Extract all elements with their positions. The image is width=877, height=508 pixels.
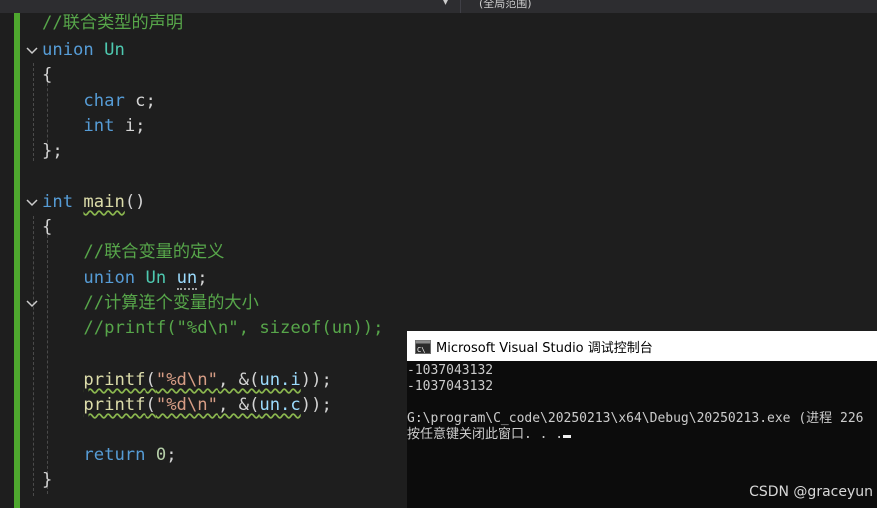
toolbar-divider (460, 0, 461, 13)
code-line-printf-i: printf("%d\n", &(un.i)); (83, 370, 332, 390)
number-zero: 0 (155, 445, 167, 465)
fold-toggle-icon[interactable] (25, 196, 39, 210)
keyword-union: union (42, 40, 94, 60)
debug-console-window[interactable]: C\ Microsoft Visual Studio 调试控制台 -103704… (407, 331, 877, 508)
brace-open: { (42, 65, 53, 85)
keyword-char: char (83, 91, 125, 111)
semicolon: ; (145, 91, 156, 111)
member-c: c (135, 91, 146, 111)
type-un: Un (145, 268, 167, 288)
svg-text:C\: C\ (417, 346, 425, 354)
console-prompt-line: 按任意键关闭此窗口. . . (407, 427, 572, 443)
comment-size: //计算连个变量的大小 (83, 293, 259, 313)
code-line-union-var: union Un un; (42, 266, 208, 291)
call-end: )); (300, 370, 332, 390)
code-line-main-decl: int main() (42, 190, 146, 215)
code-line-brace-close-semi: }; (42, 139, 63, 164)
text-cursor (563, 435, 572, 438)
code-line-union-decl: union Un (42, 38, 125, 63)
format-string: "%d\n" (155, 395, 218, 415)
member-access-i: un.i (259, 370, 301, 390)
comment-union-var: //联合变量的定义 (83, 242, 225, 262)
variable-un: un (176, 268, 198, 290)
indent-guide (33, 63, 34, 161)
code-line-member-c: char c; (42, 89, 156, 114)
keyword-int: int (42, 192, 74, 212)
type-un: Un (104, 40, 125, 60)
code-line-comment-size: //计算连个变量的大小 (42, 291, 259, 316)
code-line-member-i: int i; (42, 114, 146, 139)
watermark: CSDN @graceyun (749, 484, 873, 500)
function-printf: printf (83, 395, 146, 415)
change-tracking-bar (14, 13, 20, 508)
code-line-return: return 0; (42, 443, 177, 468)
fold-toggle-icon[interactable] (25, 297, 39, 311)
code-line-brace-close: } (42, 468, 52, 493)
function-main: main (83, 192, 125, 212)
brace-close: } (42, 470, 53, 490)
arg-prefix: , &( (217, 370, 260, 390)
console-title: Microsoft Visual Studio 调试控制台 (436, 341, 653, 356)
comment-printf-sizeof: //printf("%d\n", sizeof(un)); (83, 318, 384, 338)
member-i: i (124, 116, 136, 136)
keyword-union: union (83, 268, 136, 288)
dropdown-arrow-icon[interactable]: ▾ (443, 0, 448, 8)
function-printf: printf (83, 370, 146, 390)
console-output-line: G:\program\C_code\20250213\x64\Debug\202… (407, 411, 864, 426)
code-line-comment-union-var: //联合变量的定义 (42, 240, 224, 265)
code-line-brace-open: { (42, 215, 52, 240)
console-titlebar[interactable]: C\ Microsoft Visual Studio 调试控制台 (407, 331, 877, 361)
console-app-icon: C\ (415, 339, 431, 354)
code-line-comment-printf-sizeof: //printf("%d\n", sizeof(un)); (42, 316, 384, 341)
scope-dropdown[interactable]: (全局范围) (479, 0, 532, 11)
semicolon: ; (197, 268, 208, 288)
indent-guide (33, 216, 34, 496)
console-output-line: -1037043132 (407, 363, 494, 378)
fold-toggle-icon[interactable] (25, 44, 39, 58)
code-line-brace-open: { (42, 63, 52, 88)
keyword-int: int (83, 116, 115, 136)
brace-open: { (42, 217, 53, 237)
member-access-c: un.c (259, 395, 301, 415)
format-string: "%d\n" (155, 370, 218, 390)
semicolon: ; (166, 445, 177, 465)
brace-close-semi: }; (42, 141, 63, 161)
keyword-return: return (83, 445, 146, 465)
call-end: )); (300, 395, 332, 415)
console-output-line: 按任意键关闭此窗口. . . (407, 427, 564, 442)
console-output-line: -1037043132 (407, 379, 494, 394)
arg-prefix: , &( (217, 395, 260, 415)
code-line-printf-c: printf("%d\n", &(un.c)); (83, 395, 332, 415)
parens: () (124, 192, 146, 212)
code-line-comment-union-decl: //联合类型的声明 (42, 13, 184, 33)
semicolon: ; (135, 116, 146, 136)
